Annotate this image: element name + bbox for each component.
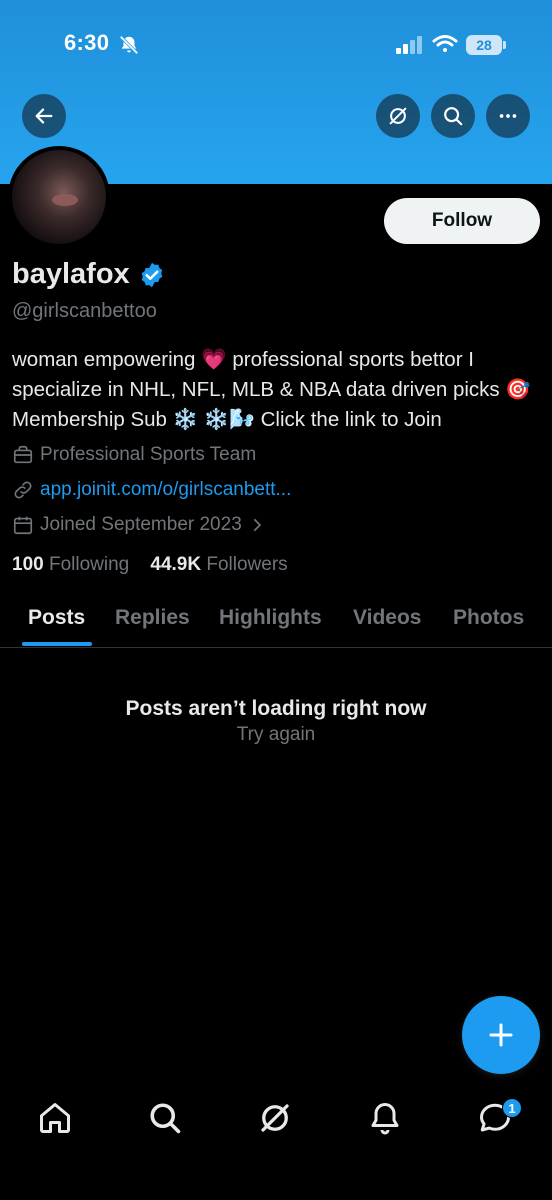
verified-badge-icon[interactable] xyxy=(138,261,166,289)
battery-tip xyxy=(503,41,506,49)
search-icon xyxy=(444,107,463,126)
followers-count: 44.9K xyxy=(150,554,202,575)
briefcase-icon xyxy=(13,445,33,464)
following-label: Following xyxy=(48,554,130,575)
profile-name-row: baylafox xyxy=(12,258,166,291)
more-button[interactable] xyxy=(486,94,530,138)
signal-icon xyxy=(396,36,422,54)
compose-button[interactable] xyxy=(462,996,540,1074)
more-icon xyxy=(499,114,517,118)
avatar-image xyxy=(12,150,106,244)
following-count: 100 xyxy=(12,554,44,575)
notifications-icon[interactable] xyxy=(367,1100,403,1136)
try-again-button[interactable]: Try again xyxy=(0,724,552,746)
wifi-icon xyxy=(432,35,458,52)
status-bar: 6:30 28 xyxy=(0,0,552,90)
messages-badge: 1 xyxy=(502,1098,522,1118)
calendar-icon xyxy=(13,516,33,535)
profile-name: baylafox xyxy=(12,258,130,290)
bottom-nav xyxy=(0,1082,552,1200)
profile-bio: woman empowering 💗 professional sports b… xyxy=(12,348,531,431)
avatar[interactable] xyxy=(8,146,110,248)
home-icon[interactable] xyxy=(37,1100,73,1136)
tab-videos[interactable]: Videos xyxy=(353,606,421,630)
tab-replies[interactable]: Replies xyxy=(115,606,190,630)
back-arrow-icon xyxy=(35,108,53,124)
profile-counts: 100 Following 44.9K Followers xyxy=(12,554,288,576)
search-button[interactable] xyxy=(431,94,475,138)
profile-handle: @girlscanbettoo xyxy=(12,300,157,322)
bell-muted-icon xyxy=(119,35,139,55)
active-tab-indicator xyxy=(22,642,92,646)
grok-button[interactable] xyxy=(376,94,420,138)
profile-link[interactable]: app.joinit.com/o/girlscanbett... xyxy=(12,479,291,501)
link-icon xyxy=(14,481,32,499)
status-time: 6:30 xyxy=(64,30,110,55)
chevron-right-icon xyxy=(253,518,261,532)
follow-button[interactable]: Follow xyxy=(384,198,540,244)
plus-icon xyxy=(489,1023,513,1047)
battery-icon: 28 xyxy=(466,35,502,55)
following-link[interactable]: 100 Following xyxy=(12,554,129,575)
tab-highlights[interactable]: Highlights xyxy=(219,606,322,630)
profile-category: Professional Sports Team xyxy=(12,444,256,466)
profile-category-label: Professional Sports Team xyxy=(40,444,257,465)
followers-label: Followers xyxy=(206,554,288,575)
back-button[interactable] xyxy=(22,94,66,138)
profile-tabs: Posts Replies Highlights Videos Photos xyxy=(0,594,552,648)
grok-icon xyxy=(389,107,407,125)
tab-posts[interactable]: Posts xyxy=(28,606,85,630)
grok-icon[interactable] xyxy=(257,1100,293,1136)
profile-joined[interactable]: Joined September 2023 xyxy=(12,514,272,536)
profile-link-text[interactable]: app.joinit.com/o/girlscanbett... xyxy=(40,479,291,501)
error-title: Posts aren’t loading right now xyxy=(125,697,427,720)
profile-joined-label: Joined September 2023 xyxy=(40,514,242,535)
tab-photos[interactable]: Photos xyxy=(453,606,524,630)
followers-link[interactable]: 44.9K Followers xyxy=(150,554,287,575)
search-icon[interactable] xyxy=(147,1100,183,1136)
